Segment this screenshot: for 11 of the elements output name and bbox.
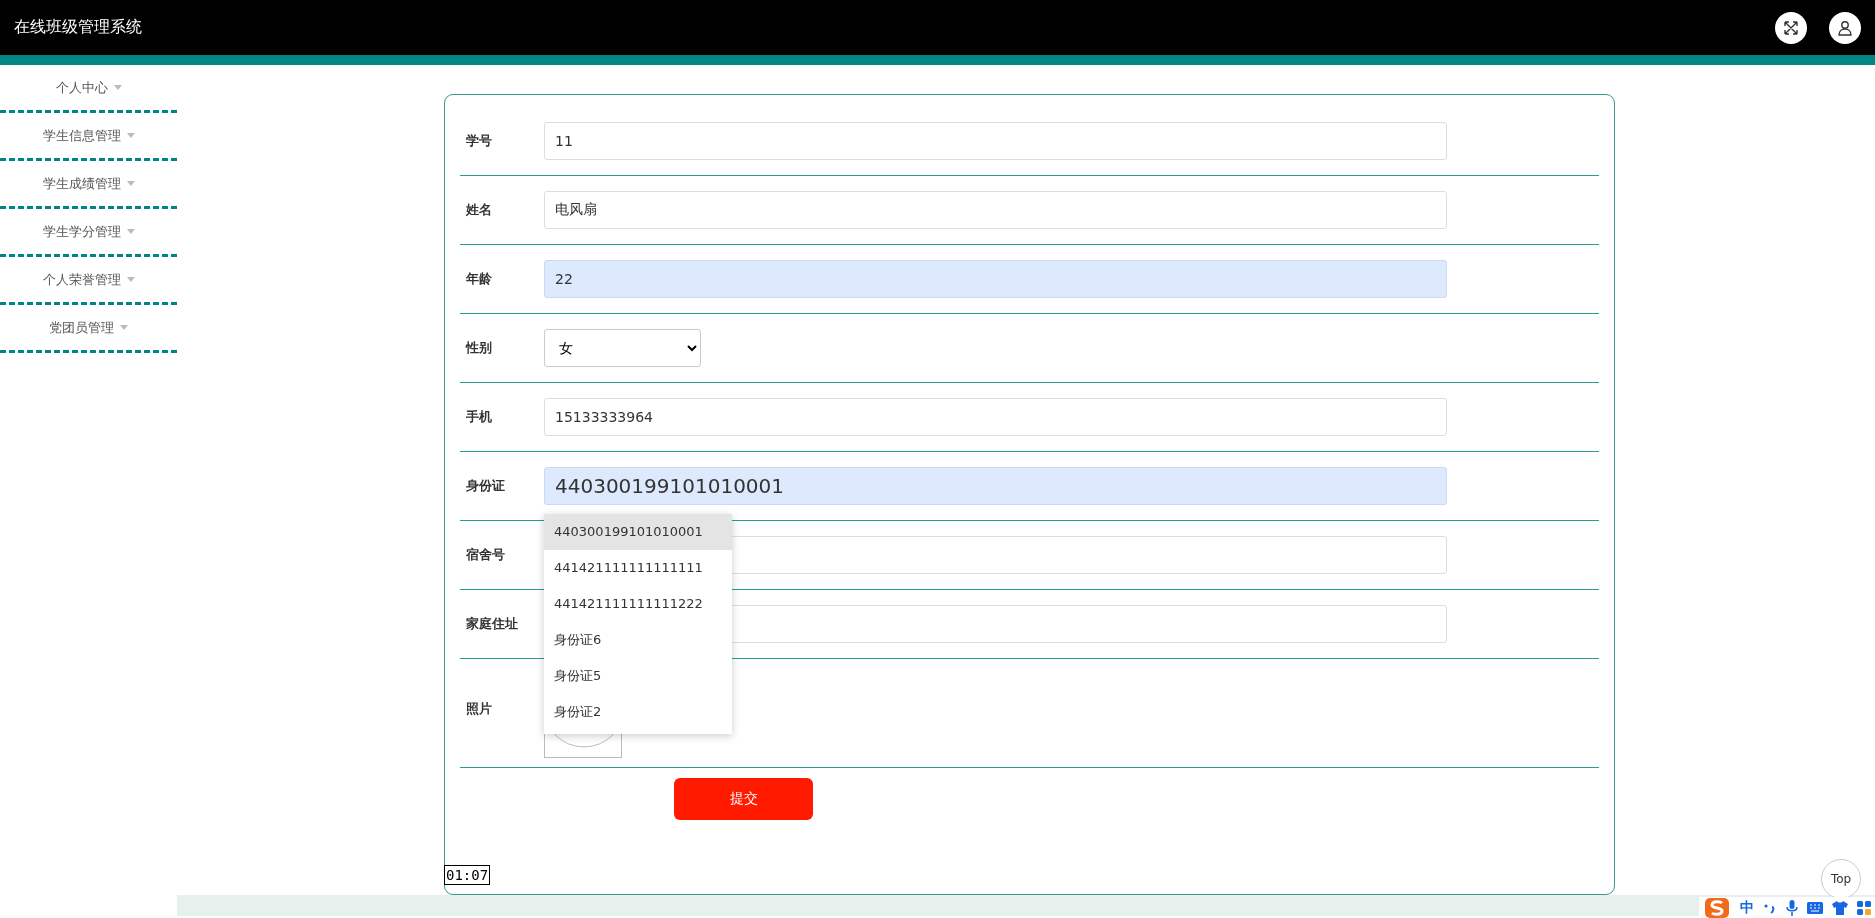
field-label: 照片: [465, 699, 493, 718]
timer-tooltip: 01:07: [444, 865, 491, 885]
field-label: 年龄: [465, 270, 493, 288]
field-label: 身份证: [465, 477, 506, 495]
field-label: 家庭住址: [465, 615, 519, 633]
field-label: 手机: [465, 408, 493, 426]
field-label: 性别: [464, 339, 493, 357]
field-label: 学号: [465, 132, 493, 150]
app-title: 在线班级管理系统: [14, 17, 142, 38]
field-label: 姓名: [465, 201, 493, 219]
field-label: 宿舍号: [465, 546, 506, 564]
